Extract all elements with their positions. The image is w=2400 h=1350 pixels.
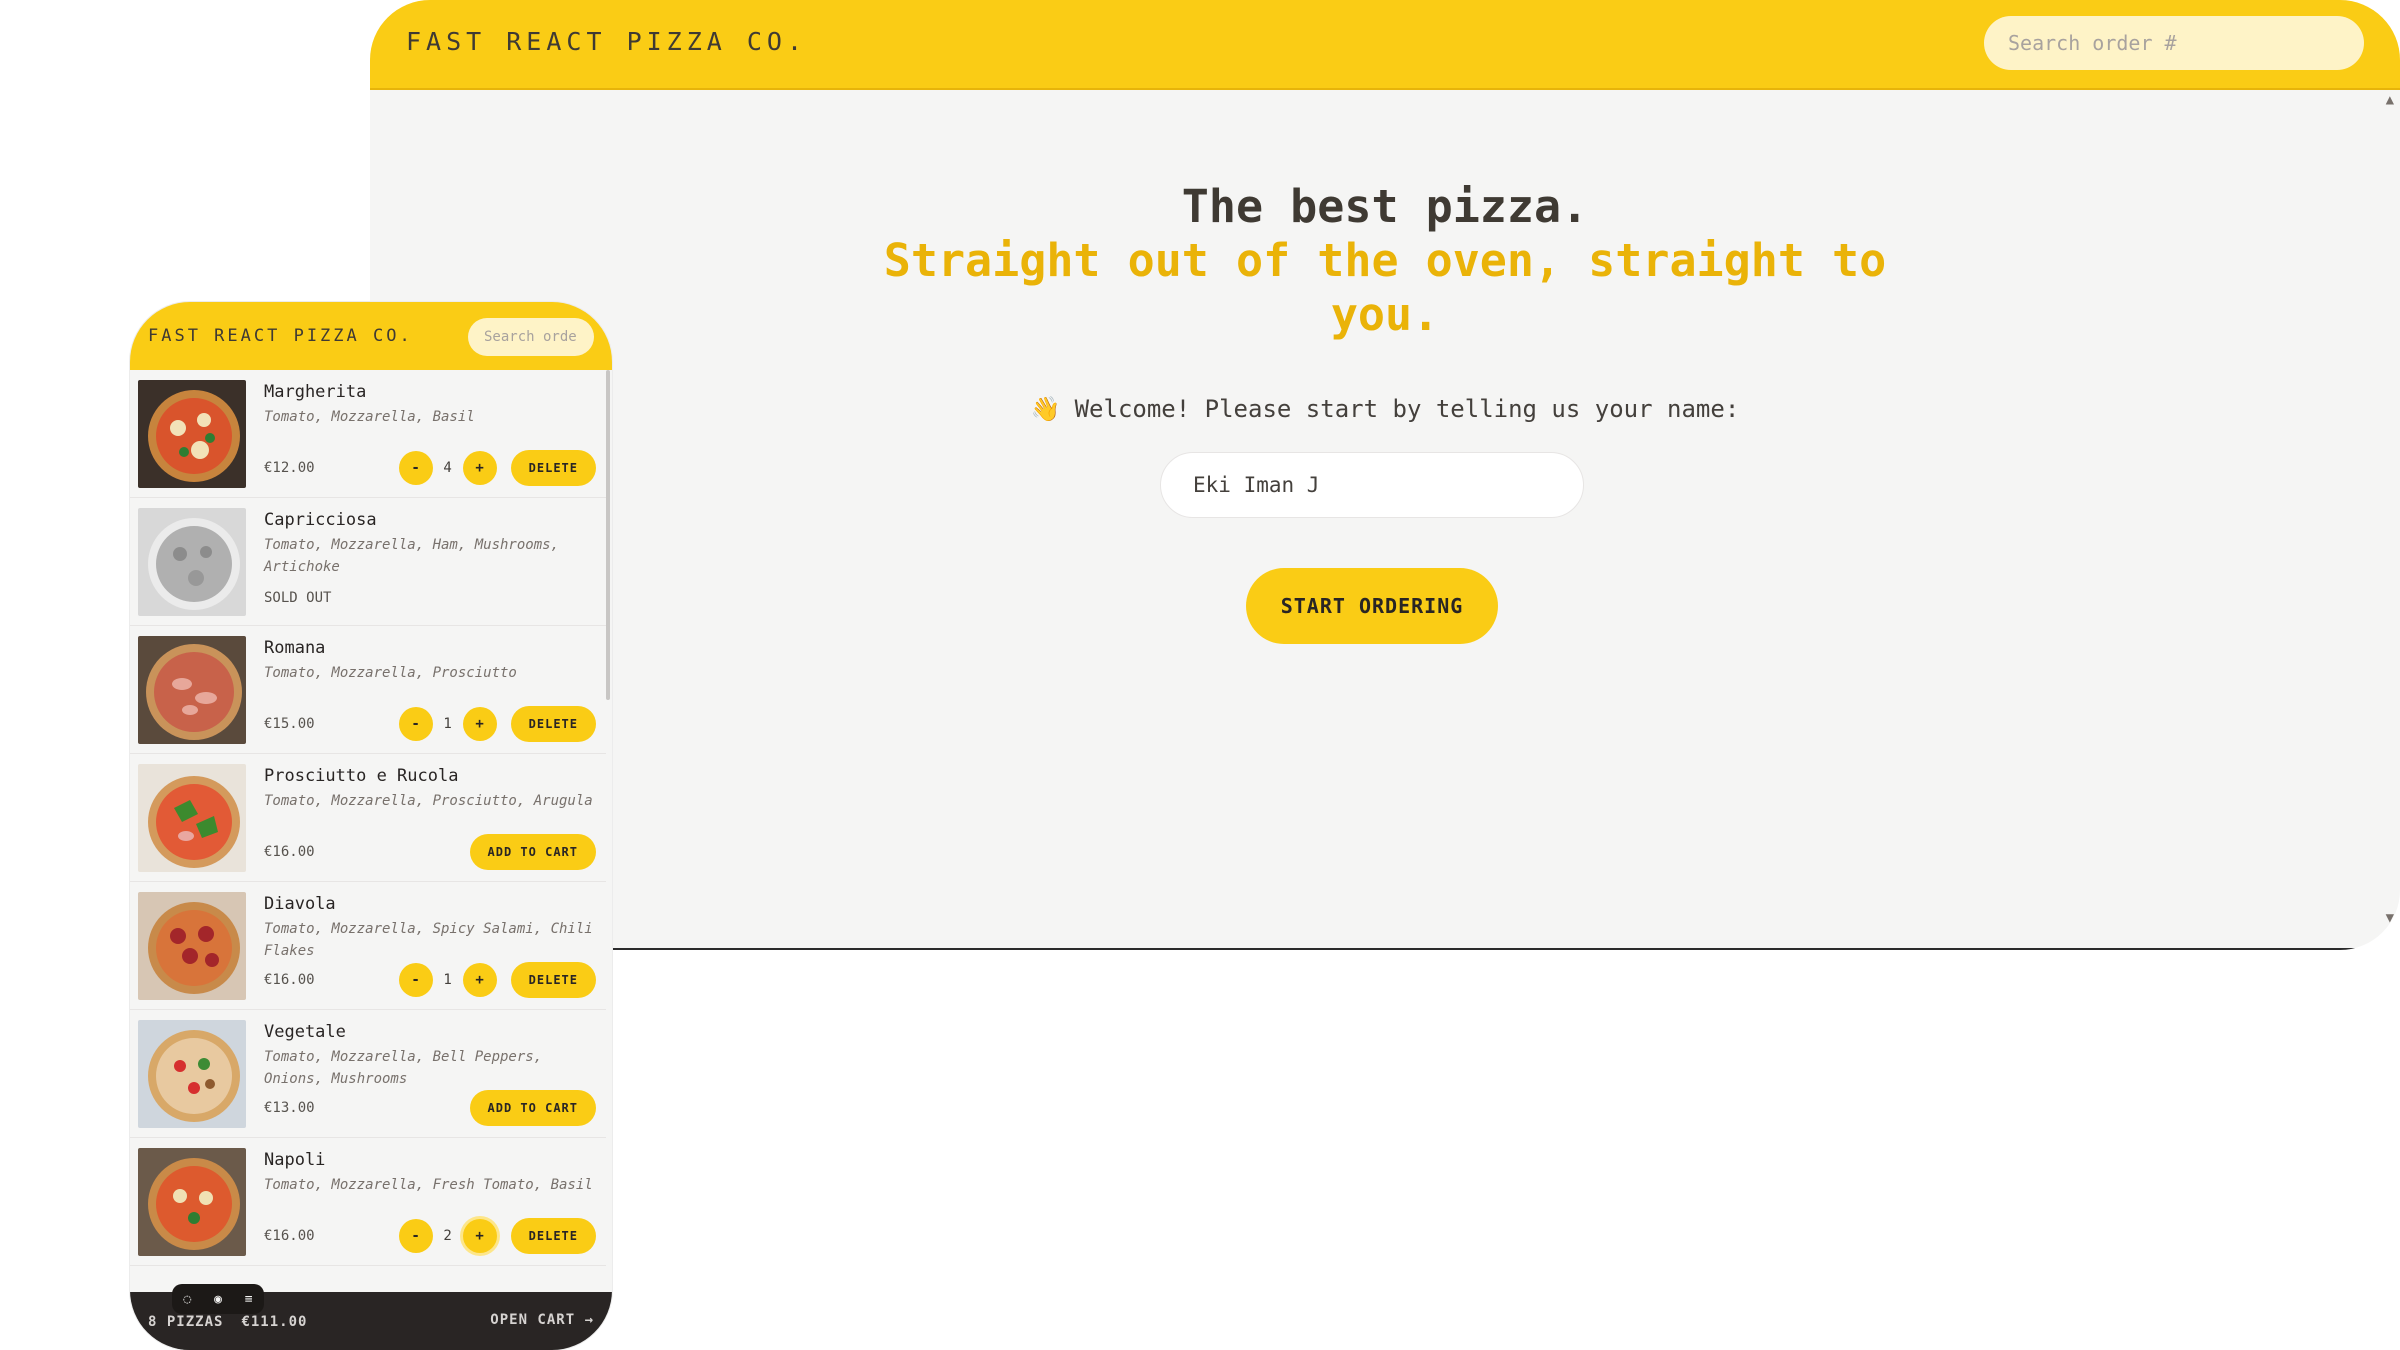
sold-out-label: SOLD OUT: [264, 590, 332, 606]
welcome-text: Welcome! Please start by telling us your…: [1074, 395, 1740, 423]
hero-heading: The best pizza. Straight out of the oven…: [370, 180, 2400, 342]
pizza-price: €16.00: [264, 844, 315, 860]
header: FAST REACT PIZZA CO.: [370, 0, 2400, 90]
welcome-message: 👋 Welcome! Please start by telling us you…: [370, 395, 2400, 423]
scrollbar[interactable]: [606, 370, 610, 700]
menu-item: Vegetale Tomato, Mozzarella, Bell Pepper…: [130, 1010, 606, 1138]
decrease-quantity-button[interactable]: -: [398, 963, 433, 997]
scroll-down-arrow-icon[interactable]: ▼: [2386, 910, 2394, 926]
pizza-image: [138, 1148, 246, 1256]
pizza-name: Diavola: [264, 894, 336, 914]
list-icon[interactable]: ≡: [245, 1292, 253, 1307]
quantity-value: 1: [443, 972, 452, 988]
floating-toolbar: ◌ ◉ ≡: [172, 1284, 264, 1314]
pizza-price: €12.00: [264, 460, 315, 476]
pizza-ingredients: Tomato, Mozzarella, Fresh Tomato, Basil: [264, 1177, 593, 1193]
pizza-name: Prosciutto e Rucola: [264, 766, 459, 786]
start-ordering-button[interactable]: START ORDERING: [1246, 568, 1498, 644]
cart-count: 8 PIZZAS: [148, 1314, 224, 1330]
mobile-logo[interactable]: FAST REACT PIZZA CO.: [148, 326, 413, 346]
pizza-price: €16.00: [264, 1228, 315, 1244]
increase-quantity-button[interactable]: +: [462, 451, 497, 485]
pizza-name: Napoli: [264, 1150, 326, 1170]
scroll-up-arrow-icon[interactable]: ▲: [2386, 92, 2394, 108]
waving-hand-icon: 👋: [1030, 395, 1061, 423]
increase-quantity-button[interactable]: +: [462, 963, 497, 997]
pizza-image: [138, 892, 246, 1000]
delete-button[interactable]: DELETE: [510, 450, 596, 486]
divider: [370, 948, 2400, 950]
pizza-name: Capricciosa: [264, 510, 377, 530]
pizza-ingredients: Tomato, Mozzarella, Basil: [264, 409, 475, 425]
cart-summary: 8 PIZZAS €111.00: [148, 1314, 307, 1330]
logo[interactable]: FAST REACT PIZZA CO.: [406, 27, 807, 56]
mobile-search-order-input[interactable]: [468, 318, 594, 356]
desktop-window: FAST REACT PIZZA CO. ▲ ▼ The best pizza.…: [370, 0, 2400, 950]
delete-button[interactable]: DELETE: [510, 1218, 596, 1254]
pizza-price: €13.00: [264, 1100, 315, 1116]
pizza-ingredients: Tomato, Mozzarella, Prosciutto, Arugula: [264, 793, 593, 809]
quantity-value: 1: [443, 716, 452, 732]
pizza-ingredients: Tomato, Mozzarella, Ham, Mushrooms, Arti…: [264, 537, 560, 575]
menu-list: Margherita Tomato, Mozzarella, Basil €12…: [130, 370, 606, 1266]
increase-quantity-button[interactable]: +: [462, 1219, 497, 1253]
name-input[interactable]: [1160, 452, 1584, 518]
quantity-value: 4: [443, 460, 452, 476]
pizza-image: [138, 508, 246, 616]
eye-icon[interactable]: ◉: [214, 1292, 222, 1307]
quantity-controls: - 4 + DELETE: [398, 450, 596, 486]
pizza-ingredients: Tomato, Mozzarella, Bell Peppers, Onions…: [264, 1049, 543, 1087]
cart-controls: ADD TO CART: [464, 1090, 596, 1126]
mobile-header: FAST REACT PIZZA CO.: [130, 302, 612, 370]
pizza-image: [138, 1020, 246, 1128]
mobile-window: FAST REACT PIZZA CO. Margherita Tomato, …: [130, 302, 612, 1350]
pizza-image: [138, 636, 246, 744]
chat-icon[interactable]: ◌: [183, 1292, 191, 1307]
pizza-price: €16.00: [264, 972, 315, 988]
menu-item: Prosciutto e Rucola Tomato, Mozzarella, …: [130, 754, 606, 882]
quantity-controls: - 2 + DELETE: [398, 1218, 596, 1254]
quantity-value: 2: [443, 1228, 452, 1244]
pizza-image: [138, 380, 246, 488]
pizza-ingredients: Tomato, Mozzarella, Spicy Salami, Chili …: [264, 921, 593, 959]
decrease-quantity-button[interactable]: -: [398, 707, 433, 741]
decrease-quantity-button[interactable]: -: [398, 451, 433, 485]
open-cart-link[interactable]: OPEN CART →: [486, 1308, 598, 1332]
pizza-price: €15.00: [264, 716, 315, 732]
pizza-name: Margherita: [264, 382, 367, 402]
menu-item: Diavola Tomato, Mozzarella, Spicy Salami…: [130, 882, 606, 1010]
hero-title: The best pizza.: [1181, 180, 1589, 233]
quantity-controls: - 1 + DELETE: [398, 962, 596, 998]
cart-total: €111.00: [241, 1314, 308, 1330]
pizza-ingredients: Tomato, Mozzarella, Prosciutto: [264, 665, 517, 681]
delete-button[interactable]: DELETE: [510, 962, 596, 998]
pizza-image: [138, 764, 246, 872]
add-to-cart-button[interactable]: ADD TO CART: [469, 1090, 596, 1126]
pizza-name: Romana: [264, 638, 326, 658]
delete-button[interactable]: DELETE: [510, 706, 596, 742]
cart-controls: ADD TO CART: [464, 834, 596, 870]
menu-item: Capricciosa Tomato, Mozzarella, Ham, Mus…: [130, 498, 606, 626]
decrease-quantity-button[interactable]: -: [398, 1219, 433, 1253]
menu-item: Romana Tomato, Mozzarella, Prosciutto €1…: [130, 626, 606, 754]
hero-subtitle: Straight out of the oven, straight to yo…: [883, 234, 1887, 341]
pizza-name: Vegetale: [264, 1022, 346, 1042]
menu-item: Napoli Tomato, Mozzarella, Fresh Tomato,…: [130, 1138, 606, 1266]
quantity-controls: - 1 + DELETE: [398, 706, 596, 742]
add-to-cart-button[interactable]: ADD TO CART: [469, 834, 596, 870]
menu-item: Margherita Tomato, Mozzarella, Basil €12…: [130, 370, 606, 498]
search-order-input[interactable]: [1984, 16, 2364, 70]
increase-quantity-button[interactable]: +: [462, 707, 497, 741]
